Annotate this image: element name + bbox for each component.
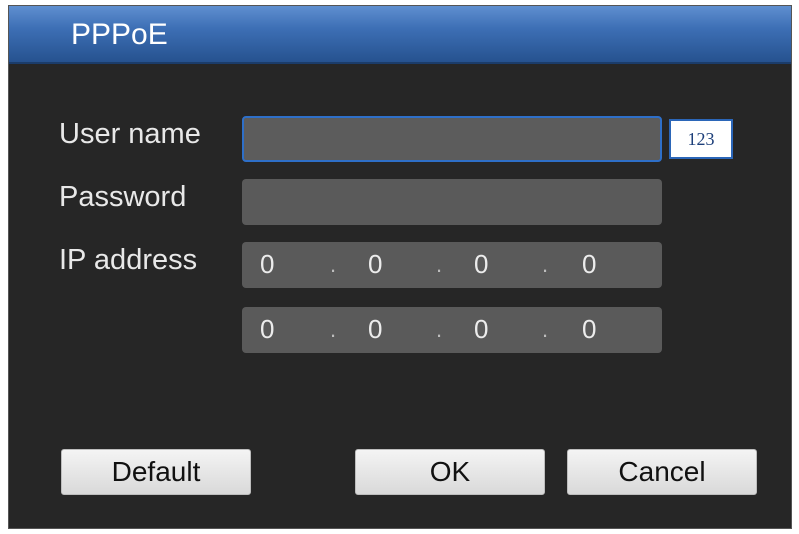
ip-octet-1[interactable]: 0	[260, 249, 274, 280]
ip-dot: .	[436, 317, 443, 342]
username-field[interactable]	[242, 116, 662, 162]
ok-button[interactable]: OK	[355, 449, 545, 495]
pppoe-dialog: PPPoE User name 123 Password IP address …	[8, 5, 792, 529]
input-mode-button[interactable]: 123	[669, 119, 733, 159]
password-field[interactable]	[242, 179, 662, 225]
ip2-octet-2[interactable]: 0	[368, 314, 382, 345]
ip-dot: .	[436, 252, 443, 277]
ip2-octet-4[interactable]: 0	[582, 314, 596, 345]
username-label: User name	[59, 118, 201, 150]
password-label: Password	[59, 181, 187, 213]
cancel-button[interactable]: Cancel	[567, 449, 757, 495]
ip-dot: .	[542, 252, 549, 277]
ip2-octet-1[interactable]: 0	[260, 314, 274, 345]
ip-address-label: IP address	[59, 244, 198, 276]
ip-address-field-2[interactable]: 0 . 0 . 0 . 0	[242, 307, 662, 353]
ip-octet-3[interactable]: 0	[474, 249, 488, 280]
ip-dot: .	[542, 317, 549, 342]
dialog-title: PPPoE	[71, 18, 168, 51]
ip2-octet-3[interactable]: 0	[474, 314, 488, 345]
default-button[interactable]: Default	[61, 449, 251, 495]
ip-address-field[interactable]: 0 . 0 . 0 . 0	[242, 242, 662, 288]
ip-dot: .	[330, 252, 337, 277]
ip-octet-4[interactable]: 0	[582, 249, 596, 280]
ip-dot: .	[330, 317, 337, 342]
title-bar: PPPoE	[9, 6, 791, 64]
ip-octet-2[interactable]: 0	[368, 249, 382, 280]
